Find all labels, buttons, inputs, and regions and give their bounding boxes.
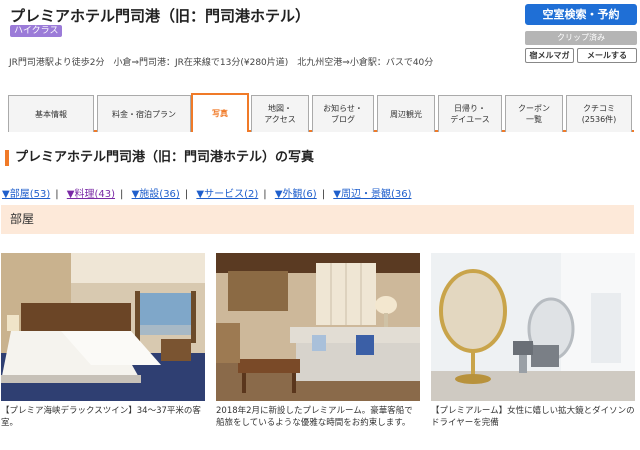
photo-section-heading: プレミアホテル門司港（旧：門司港ホテル）の写真 bbox=[5, 150, 314, 166]
anchor-surroundings[interactable]: ▼周辺・景観(36) bbox=[333, 189, 411, 200]
reserve-button[interactable]: 空室検索・予約 bbox=[525, 4, 637, 25]
tab-photos[interactable]: 写真 bbox=[191, 93, 249, 132]
tab-sightseeing[interactable]: 周辺観光 bbox=[377, 95, 435, 132]
clip-button[interactable]: クリップ済み bbox=[525, 31, 637, 45]
class-badge: ハイクラス bbox=[10, 25, 63, 37]
anchor-exterior[interactable]: ▼外観(6) bbox=[275, 189, 317, 200]
anchor-cuisine[interactable]: ▼料理(43) bbox=[67, 189, 115, 200]
tab-coupons[interactable]: クーポン 一覧 bbox=[505, 95, 563, 132]
anchor-facilities[interactable]: ▼施設(36) bbox=[132, 189, 180, 200]
tab-map-access[interactable]: 地図・ アクセス bbox=[251, 95, 309, 132]
tab-rates-plans[interactable]: 料金・宿泊プラン bbox=[97, 95, 191, 132]
photo-caption-premium: 2018年2月に新設したプレミアルーム。豪華客船で船旅をしているような優雅な時間… bbox=[216, 406, 413, 428]
tab-day-use[interactable]: 日帰り・ デイユース bbox=[438, 95, 502, 132]
send-mail-button[interactable]: メールする bbox=[577, 48, 637, 63]
photo-caption-twin: 【プレミア海峡デラックスツイン】34～37平米の客室。 bbox=[1, 406, 201, 428]
room-photo-twin[interactable] bbox=[1, 253, 205, 401]
category-anchor-links: ▼部屋(53) | ▼料理(43) | ▼施設(36) | ▼サービス(2) | ▼外観… bbox=[2, 189, 412, 200]
photo-caption-amenities: 【プレミアルーム】女性に嬉しい拡大鏡とダイソンのドライヤーを完備 bbox=[431, 406, 635, 428]
room-photo-amenities[interactable] bbox=[431, 253, 635, 401]
tab-reviews[interactable]: クチコミ (2536件) bbox=[566, 95, 632, 132]
mail-magazine-button[interactable]: 宿メルマガ bbox=[525, 48, 574, 63]
room-photo-premium[interactable] bbox=[216, 253, 420, 401]
access-info: JR門司港駅より徒歩2分 小倉⇒門司港：JR在来線で13分(¥280片道) 北九… bbox=[9, 58, 434, 68]
tab-bar: 基本情報 料金・宿泊プラン 写真 地図・ アクセス お知らせ・ ブログ 周辺観光… bbox=[8, 93, 634, 132]
hotel-title: プレミアホテル門司港（旧：門司港ホテル） bbox=[10, 7, 311, 25]
tab-basic-info[interactable]: 基本情報 bbox=[8, 95, 94, 132]
tab-news-blog[interactable]: お知らせ・ ブログ bbox=[312, 95, 374, 132]
anchor-services[interactable]: ▼サービス(2) bbox=[196, 189, 258, 200]
category-bar-rooms: 部屋 bbox=[1, 205, 634, 234]
anchor-rooms[interactable]: ▼部屋(53) bbox=[2, 189, 50, 200]
